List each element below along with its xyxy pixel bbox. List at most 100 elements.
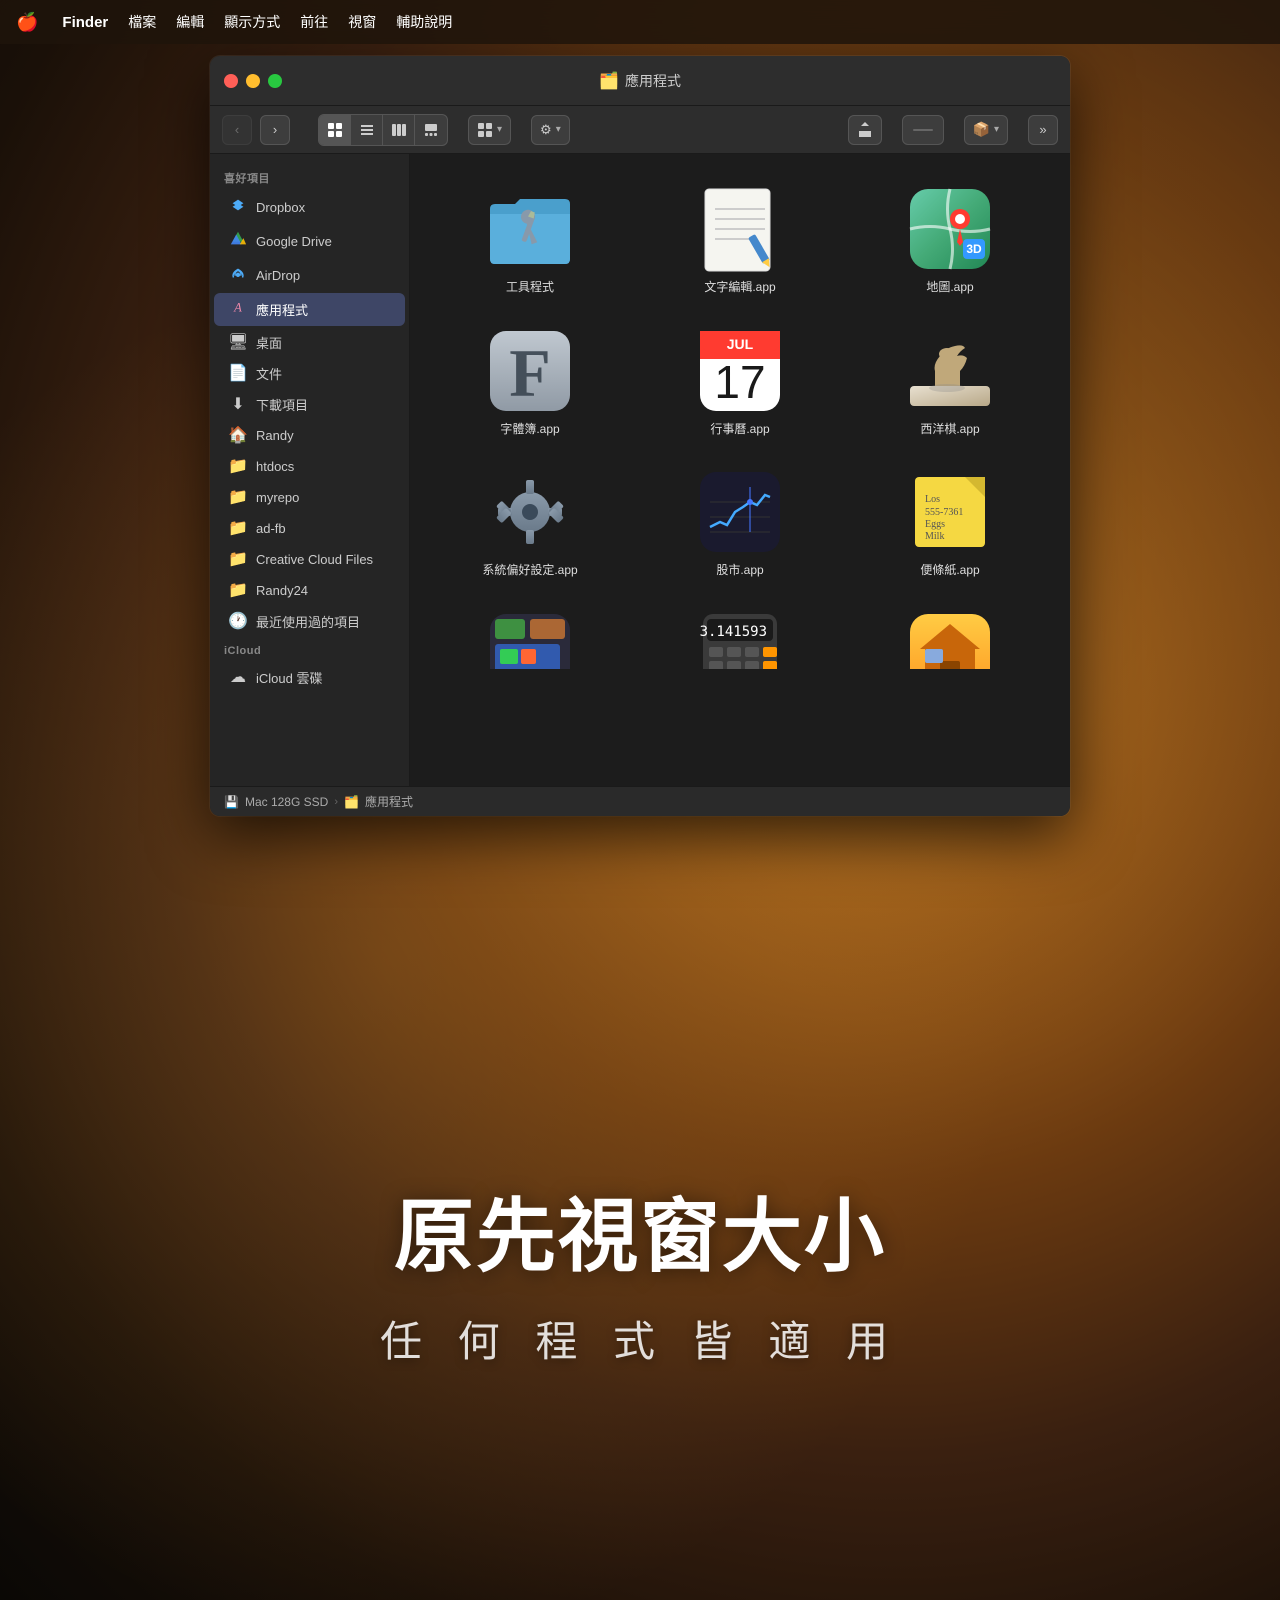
sidebar-documents-label: 文件: [256, 364, 282, 383]
sidebar-dropbox-label: Dropbox: [256, 200, 305, 215]
sidebar-google-drive-label: Google Drive: [256, 234, 332, 249]
sidebar-downloads-label: 下載項目: [256, 395, 308, 414]
fontbook-icon: F: [485, 326, 575, 416]
stocks-label: 股市.app: [716, 563, 763, 579]
sidebar-item-desktop[interactable]: 🖥 桌面: [214, 327, 405, 357]
file-item-home[interactable]: [850, 599, 1050, 679]
maps-label: 地圖.app: [926, 280, 973, 296]
svg-text:3.141593: 3.141593: [700, 624, 767, 640]
icloud-label: iCloud: [210, 637, 409, 661]
stocks-icon: [695, 467, 785, 557]
dropbox-button[interactable]: 📦 ▾: [964, 115, 1008, 145]
file-item-calendar[interactable]: JUL 17 行事曆.app: [640, 316, 840, 448]
documents-icon: 📄: [228, 363, 248, 383]
file-menu[interactable]: 檔案: [128, 12, 156, 32]
view-menu[interactable]: 顯示方式: [224, 12, 280, 32]
statusbar-mac-label: Mac 128G SSD: [245, 795, 328, 809]
sidebar-item-randy24[interactable]: 📁 Randy24: [214, 575, 405, 605]
statusbar: 💾 Mac 128G SSD › 🗂️ 應用程式: [210, 786, 1070, 816]
sidebar-myrepo-label: myrepo: [256, 490, 299, 505]
sidebar-item-myrepo[interactable]: 📁 myrepo: [214, 482, 405, 512]
titlebar-title-text: 應用程式: [625, 71, 681, 91]
forward-button[interactable]: ›: [260, 115, 290, 145]
edit-menu[interactable]: 編輯: [176, 12, 204, 32]
svg-text:JUL: JUL: [727, 336, 754, 352]
file-grid: 工具程式: [410, 154, 1070, 786]
fullscreen-button[interactable]: [268, 74, 282, 88]
back-button[interactable]: ‹: [222, 115, 252, 145]
stickies-icon: Los 555-7361 Eggs Milk: [905, 467, 995, 557]
file-item-textedit[interactable]: 文字編輯.app: [640, 174, 840, 306]
finder-window: 🗂️ 應用程式 ‹ ›: [210, 56, 1070, 816]
creative-cloud-icon: 📁: [228, 549, 248, 569]
file-item-stickies[interactable]: Los 555-7361 Eggs Milk 便條紙.app: [850, 457, 1050, 589]
file-item-stocks[interactable]: 股市.app: [640, 457, 840, 589]
finder-content: 喜好項目 Dropbox Goo: [210, 154, 1070, 786]
file-item-tools[interactable]: 工具程式: [430, 174, 630, 306]
sidebar-item-adfb[interactable]: 📁 ad-fb: [214, 513, 405, 543]
textedit-icon: [695, 184, 785, 274]
list-view-button[interactable]: [351, 115, 383, 145]
sidebar-item-airdrop[interactable]: AirDrop: [214, 259, 405, 292]
sidebar-item-applications[interactable]: A 應用程式: [214, 293, 405, 326]
calendar-label: 行事曆.app: [710, 422, 769, 438]
mission-control-icon: [485, 609, 575, 669]
cover-flow-button[interactable]: [415, 115, 447, 145]
svg-text:Milk: Milk: [925, 531, 944, 542]
sidebar-item-documents[interactable]: 📄 文件: [214, 358, 405, 388]
desktop-icon: 🖥: [228, 332, 248, 352]
more-button[interactable]: »: [1028, 115, 1058, 145]
file-item-sysprefs[interactable]: 系統偏好設定.app: [430, 457, 630, 589]
sidebar-htdocs-label: htdocs: [256, 459, 294, 474]
sidebar-adfb-label: ad-fb: [256, 521, 286, 536]
minimize-button[interactable]: [246, 74, 260, 88]
textedit-label: 文字編輯.app: [704, 280, 775, 296]
sidebar-recent-label: 最近使用過的項目: [256, 612, 360, 631]
file-item-fontbook[interactable]: F 字體簿.app: [430, 316, 630, 448]
close-button[interactable]: [224, 74, 238, 88]
file-item-calculator[interactable]: 3.141593: [640, 599, 840, 679]
downloads-icon: ⬇: [228, 394, 248, 414]
sidebar-item-icloud[interactable]: ☁ iCloud 雲碟: [214, 662, 405, 692]
calculator-icon: 3.141593: [695, 609, 785, 669]
statusbar-arrow: ›: [334, 796, 338, 808]
titlebar-folder-icon: 🗂️: [599, 71, 619, 91]
fontbook-label: 字體簿.app: [500, 422, 559, 438]
sidebar: 喜好項目 Dropbox Goo: [210, 154, 410, 786]
edit-button[interactable]: [902, 115, 944, 145]
svg-text:Los: Los: [925, 494, 940, 505]
go-menu[interactable]: 前往: [300, 12, 328, 32]
sidebar-applications-label: 應用程式: [256, 300, 308, 319]
toolbar: ‹ ›: [210, 106, 1070, 154]
sidebar-item-downloads[interactable]: ⬇ 下載項目: [214, 389, 405, 419]
gallery-view-button[interactable]: ▾: [468, 115, 511, 145]
htdocs-icon: 📁: [228, 456, 248, 476]
adfb-icon: 📁: [228, 518, 248, 538]
help-menu[interactable]: 輔助說明: [396, 12, 452, 32]
icloud-icon: ☁: [228, 667, 248, 687]
share-button[interactable]: [848, 115, 882, 145]
file-item-chess[interactable]: 西洋棋.app: [850, 316, 1050, 448]
sidebar-item-htdocs[interactable]: 📁 htdocs: [214, 451, 405, 481]
apple-menu[interactable]: 🍎: [16, 12, 38, 33]
sidebar-item-dropbox[interactable]: Dropbox: [214, 191, 405, 224]
bottom-overlay: 原先視窗大小 任 何 程 式 皆 適 用: [0, 940, 1280, 1600]
window-menu[interactable]: 視窗: [348, 12, 376, 32]
icon-view-button[interactable]: [319, 115, 351, 145]
gear-button[interactable]: ⚙ ▾: [531, 115, 570, 145]
file-item-maps[interactable]: 3D 地圖.app: [850, 174, 1050, 306]
column-view-button[interactable]: [383, 115, 415, 145]
file-item-mission-control[interactable]: [430, 599, 630, 679]
sidebar-item-creative-cloud[interactable]: 📁 Creative Cloud Files: [214, 544, 405, 574]
view-mode-group: [318, 114, 448, 146]
sidebar-item-randy[interactable]: 🏠 Randy: [214, 420, 405, 450]
svg-text:17: 17: [714, 356, 765, 408]
titlebar: 🗂️ 應用程式: [210, 56, 1070, 106]
sidebar-item-recent[interactable]: 🕐 最近使用過的項目: [214, 606, 405, 636]
finder-menu[interactable]: Finder: [62, 14, 108, 31]
svg-text:555-7361: 555-7361: [925, 507, 963, 518]
sidebar-randy-label: Randy: [256, 428, 294, 443]
sidebar-creative-cloud-label: Creative Cloud Files: [256, 552, 373, 567]
sidebar-randy24-label: Randy24: [256, 583, 308, 598]
sidebar-item-google-drive[interactable]: Google Drive: [214, 225, 405, 258]
